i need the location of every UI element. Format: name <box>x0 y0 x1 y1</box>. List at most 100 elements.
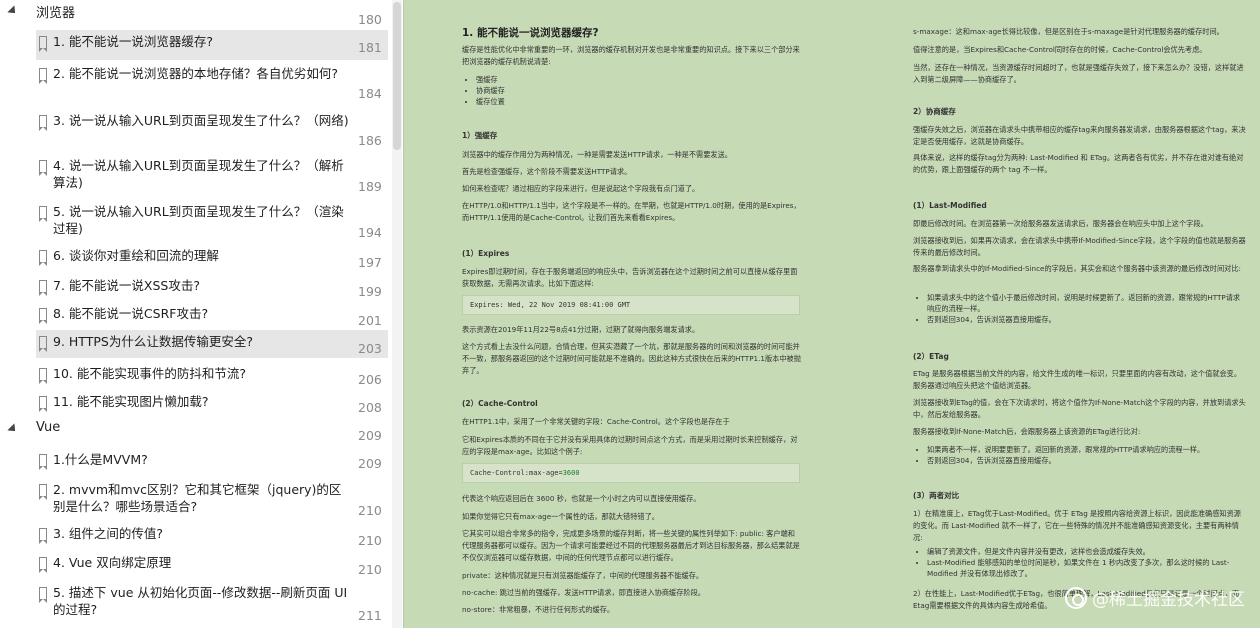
bullet-list: 强缓存 协商缓存 缓存位置 <box>462 74 762 107</box>
bookmark-icon <box>39 36 47 52</box>
outline-item-title: 2. mvvm和mvc区别？它和其它框架（jquery)的区别是什么？哪些场景适… <box>53 482 342 514</box>
outline-item-page: 203 <box>358 341 382 356</box>
bookmark-icon <box>39 250 47 266</box>
paragraph: 具体来说，这样的缓存tag分为两种: Last-Modified 和 ETag。… <box>913 153 1244 174</box>
section-heading: 2）协商缓存 <box>913 107 956 116</box>
outline-item-title: 7. 能不能说一说XSS攻击? <box>53 278 200 293</box>
paragraph: 首先是检查强缓存，这个阶段不需要发送HTTP请求。 <box>462 167 632 176</box>
paragraph: 这个方式看上去没什么问题，合情合理，但其实潜藏了一个坑，那就是服务器的时间和浏览… <box>462 342 801 375</box>
bookmark-icon <box>39 160 47 176</box>
outline-item-title: 10. 能不能实现事件的防抖和节流? <box>53 366 246 381</box>
outline-item-title: 11. 能不能实现图片懒加载? <box>53 394 209 409</box>
outline-item[interactable]: 2. mvvm和mvc区别？它和其它框架（jquery)的区别是什么？哪些场景适… <box>36 478 388 520</box>
paragraph: private：这种情况就是只有浏览器能缓存了，中间的代理服务器不能缓存。 <box>462 571 704 580</box>
outline-item-page: 189 <box>358 179 382 194</box>
outline-item[interactable]: 5. 描述下 vue 从初始化页面--修改数据--刷新页面 UI 的过程? 21… <box>36 581 388 625</box>
paragraph: 服务器拿到请求头中的If-Modified-Since的字段后，其实会和这个服务… <box>913 264 1241 273</box>
bookmark-icon <box>39 368 47 384</box>
list-item: Last-Modified 能够感知的单位时间是秒，如果文件在 1 秒内改变了多… <box>927 557 1243 579</box>
subsection-heading: (2）ETag <box>913 352 949 361</box>
document-page[interactable]: 1. 能不能说一说浏览器缓存? 缓存是性能优化中非常重要的一环，浏览器的缓存机制… <box>403 0 1260 628</box>
paragraph: 服务器接收到If-None-Match后，会跟服务器上该资源的ETag进行比对: <box>913 427 1141 436</box>
bullet-list: 如果两者不一样，说明要更新了。返回新的资源，跟常规的HTTP请求响应的流程一样。… <box>913 444 1243 466</box>
paragraph: 它和Expires本质的不同在于它并没有采用具体的过期时间点这个方式，而是采用过… <box>462 435 798 456</box>
paragraph: 在HTTP/1.0和HTTP/1.1当中，这个字段是不一样的。在早期，也就是HT… <box>462 201 801 222</box>
bookmark-icon <box>39 68 47 84</box>
section-page: 209 <box>358 428 382 443</box>
outline-item-title: 9. HTTPS为什么让数据传输更安全? <box>53 334 253 349</box>
subsection-heading: (3）两者对比 <box>913 491 960 500</box>
bookmark-icon <box>39 528 47 544</box>
paragraph: 当然，还存在一种情况，当资源缓存时间超时了，也就是强缓存失效了，接下来怎么办？没… <box>913 63 1244 84</box>
bookmark-icon <box>39 206 47 222</box>
bookmark-icon <box>39 587 47 603</box>
collapse-arrow-icon[interactable] <box>7 5 19 17</box>
outline-item-page: 181 <box>358 40 382 55</box>
bookmark-icon <box>39 484 47 500</box>
paragraph: 强缓存失效之后，浏览器在请求头中携带相应的缓存tag来向服务器发请求，由服务器根… <box>913 125 1246 146</box>
outline-item-title: 1.什么是MVVM? <box>53 452 148 467</box>
outline-item-page: 201 <box>358 313 382 328</box>
outline-item[interactable]: 1.什么是MVVM? 209 <box>36 448 388 472</box>
outline-section-browser[interactable]: 浏览器 180 <box>0 0 392 27</box>
outline-item[interactable]: 10. 能不能实现事件的防抖和节流? 206 <box>36 362 388 388</box>
section-page: 180 <box>358 12 382 27</box>
outline-item[interactable]: 7. 能不能说一说XSS攻击? 199 <box>36 274 388 300</box>
outline-item-title: 2. 能不能说一说浏览器的本地存储？各自优劣如何? <box>53 66 339 81</box>
paragraph: 浏览器接收到后，如果再次请求，会在请求头中携带If-Modified-Since… <box>913 236 1246 257</box>
paragraph: 1）在精准度上，ETag优于Last-Modified。优于 ETag 是按照内… <box>913 509 1241 542</box>
outline-item-title: 3. 说一说从输入URL到页面呈现发生了什么？（网络) <box>53 113 349 128</box>
outline-scrollbar-thumb[interactable] <box>393 2 401 150</box>
outline-item[interactable]: 4. Vue 双向绑定原理 210 <box>36 551 388 577</box>
paragraph: 表示资源在2019年11月22号8点41分过期，过期了就得向服务端发请求。 <box>462 325 700 334</box>
code-block: Expires: Wed, 22 Nov 2019 08:41:00 GMT <box>462 295 800 315</box>
paragraph: 浏览器接收到ETag的值，会在下次请求时，将这个值作为If-None-Match… <box>913 398 1246 419</box>
outline-item[interactable]: 3. 说一说从输入URL到页面呈现发生了什么？（网络) 186 <box>36 109 388 151</box>
paragraph: 它其实可以组合非常多的指令，完成更多场景的缓存判断，将一些关键的属性列举如下: … <box>462 529 800 562</box>
outline-item-page: 211 <box>358 608 382 623</box>
bookmark-icon <box>39 396 47 412</box>
outline-item[interactable]: 6. 谈谈你对重绘和回流的理解 197 <box>36 244 388 270</box>
outline-item[interactable]: 8. 能不能说一说CSRF攻击? 201 <box>36 302 388 328</box>
outline-item-page: 210 <box>358 533 382 548</box>
code-block: Cache-Control:max-age=3600 <box>462 463 800 483</box>
paragraph: 值得注意的是，当Expires和Cache-Control同时存在的时候，Cac… <box>913 45 1207 54</box>
bookmark-icon <box>39 308 47 324</box>
list-item: 否则返回304，告诉浏览器直接用缓存。 <box>927 455 1243 466</box>
outline-item-title: 1. 能不能说一说浏览器缓存? <box>53 34 214 49</box>
outline-item[interactable]: 1. 能不能说一说浏览器缓存? 181 <box>36 30 388 60</box>
list-item: 如果两者不一样，说明要更新了。返回新的资源，跟常规的HTTP请求响应的流程一样。 <box>927 444 1243 455</box>
outline-item[interactable]: 4. 说一说从输入URL到页面呈现发生了什么？（解析算法) 189 <box>36 154 388 196</box>
juejin-logo-icon <box>1065 587 1087 609</box>
bookmark-icon <box>39 336 47 352</box>
outline-item[interactable]: 11. 能不能实现图片懒加载? 208 <box>36 390 388 416</box>
outline-item-title: 3. 组件之间的传值? <box>53 526 164 541</box>
bookmark-icon <box>39 454 47 470</box>
outline-item[interactable]: 9. HTTPS为什么让数据传输更安全? 203 <box>36 330 388 358</box>
subsection-heading: (1）Last-Modified <box>913 201 987 210</box>
paragraph: 即最后修改时间。在浏览器第一次给服务器发送请求后，服务器会在响应头中加上这个字段… <box>913 219 1208 228</box>
outline-item-title: 4. Vue 双向绑定原理 <box>53 555 172 570</box>
section-title: Vue <box>36 420 61 435</box>
list-item: 否则返回304，告诉浏览器直接用缓存。 <box>927 314 1243 325</box>
outline-panel: 浏览器 180 1. 能不能说一说浏览器缓存? 181 2. 能不能说一说浏览器… <box>0 0 403 628</box>
collapse-arrow-icon[interactable] <box>7 423 19 435</box>
bookmark-icon <box>39 280 47 296</box>
bullet-list: 编辑了资源文件，但是文件内容并没有更改，这样也会造成缓存失效。 Last-Mod… <box>913 546 1243 579</box>
list-item: 缓存位置 <box>476 96 762 107</box>
outline-item[interactable]: 2. 能不能说一说浏览器的本地存储？各自优劣如何? 184 <box>36 62 388 104</box>
paragraph: 如何来检查呢？通过相应的字段来进行，但是说起这个字段我有点门道了。 <box>462 184 700 193</box>
outline-item-title: 5. 描述下 vue 从初始化页面--修改数据--刷新页面 UI 的过程? <box>53 585 348 617</box>
outline-item[interactable]: 3. 组件之间的传值? 210 <box>36 522 388 548</box>
paragraph: 如果你觉得它只有max-age一个属性的话，那就大错特错了。 <box>462 512 659 521</box>
outline-section-vue[interactable]: Vue 209 <box>0 418 392 444</box>
paragraph: 浏览器中的缓存作用分为两种情况，一种是需要发送HTTP请求，一种是不需要发送。 <box>462 150 732 159</box>
outline-item-page: 208 <box>358 400 382 415</box>
subsection-heading: (1）Expires <box>462 249 510 258</box>
outline-item-title: 4. 说一说从输入URL到页面呈现发生了什么？（解析算法) <box>53 158 344 190</box>
outline-item-page: 210 <box>358 562 382 577</box>
watermark-text: @稀土掘金技术社区 <box>1092 590 1245 610</box>
paragraph: ETag 是服务器根据当前文件的内容，给文件生成的唯一标识，只要里面的内容有改动… <box>913 369 1242 390</box>
bookmark-icon <box>39 557 47 573</box>
outline-item[interactable]: 5. 说一说从输入URL到页面呈现发生了什么？（渲染过程) 194 <box>36 200 388 242</box>
